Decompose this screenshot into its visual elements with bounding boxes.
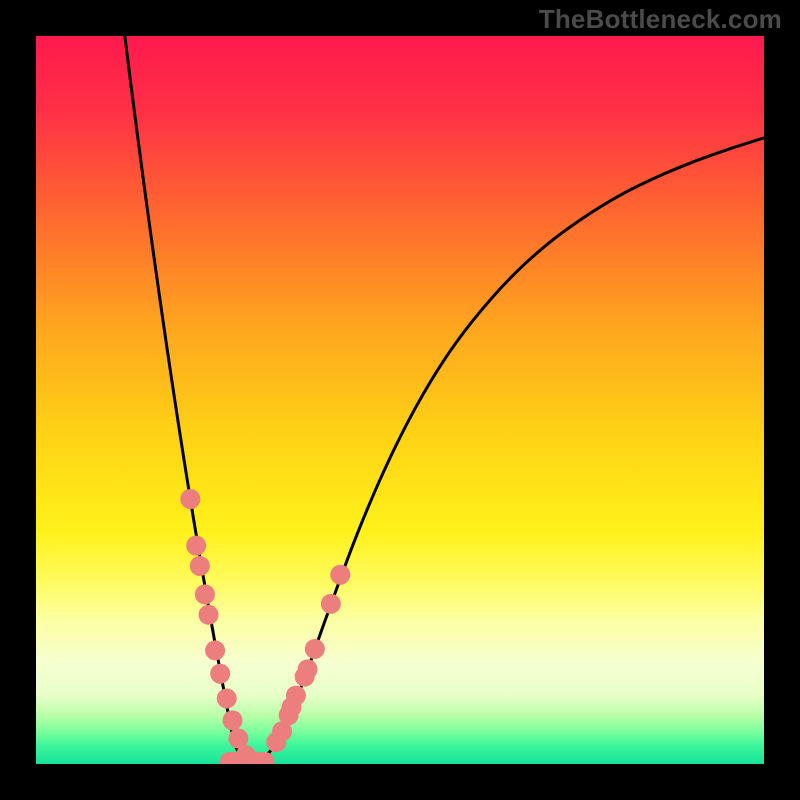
gradient-background xyxy=(36,36,764,764)
plot-area xyxy=(36,36,764,764)
marker-point xyxy=(205,640,225,660)
marker-point xyxy=(298,659,318,679)
marker-point xyxy=(186,536,206,556)
marker-point xyxy=(223,710,243,730)
marker-point xyxy=(195,584,215,604)
marker-point xyxy=(282,697,302,717)
figure-frame: TheBottleneck.com xyxy=(0,0,800,800)
marker-point xyxy=(210,664,230,684)
watermark-text: TheBottleneck.com xyxy=(539,4,782,35)
marker-point xyxy=(180,489,200,509)
marker-point xyxy=(330,565,350,585)
marker-point xyxy=(190,556,210,576)
marker-point xyxy=(217,688,237,708)
marker-point xyxy=(321,594,341,614)
chart-svg xyxy=(36,36,764,764)
marker-point xyxy=(199,605,219,625)
marker-point xyxy=(305,639,325,659)
